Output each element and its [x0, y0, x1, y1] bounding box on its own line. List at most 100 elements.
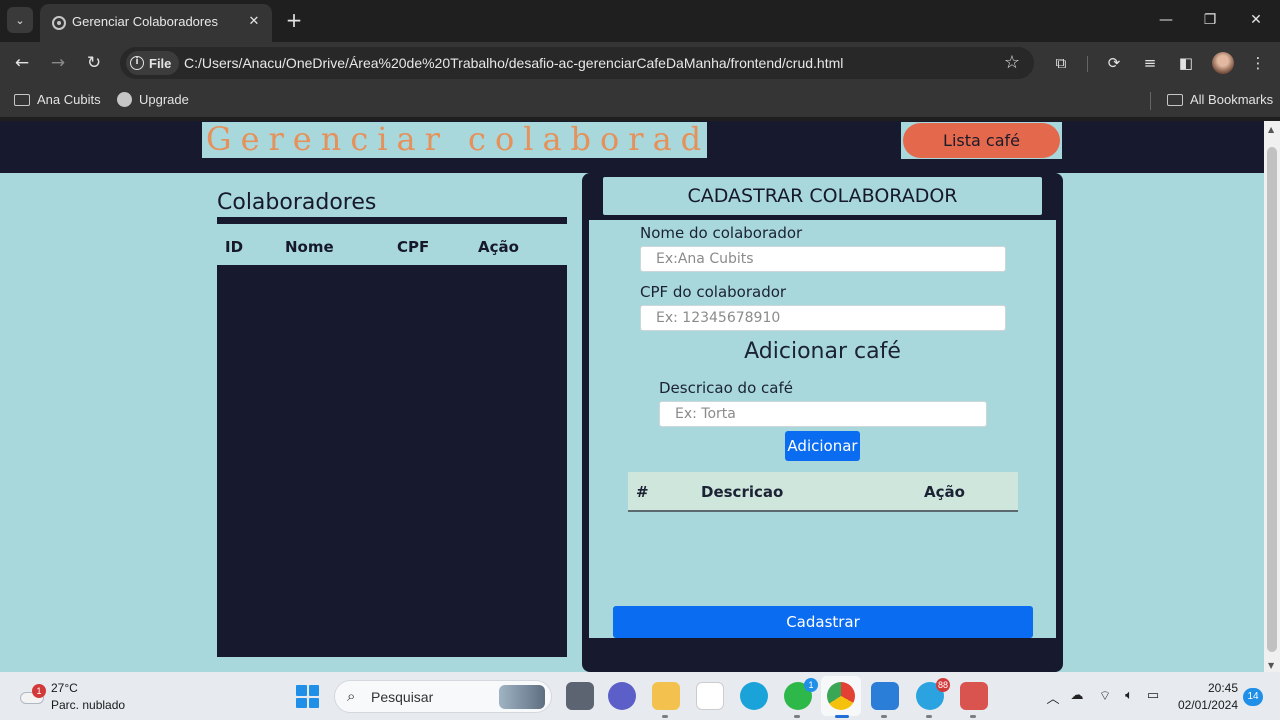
- menu-kebab-icon[interactable]: ⋮: [1246, 51, 1270, 75]
- form-heading: CADASTRAR COLABORADOR: [603, 177, 1042, 215]
- onedrive-cloud-icon[interactable]: ☁: [1068, 688, 1086, 703]
- bookmark-label: Ana Cubits: [37, 92, 101, 107]
- chrome-icon[interactable]: [827, 682, 855, 710]
- task-view-icon[interactable]: [566, 682, 594, 710]
- git-app-icon[interactable]: [960, 682, 988, 710]
- cafe-table-header: # Descricao Ação: [628, 472, 1018, 512]
- page-viewport: Gerenciar colaboradores Lista café Colab…: [0, 121, 1264, 672]
- new-tab-button[interactable]: +: [282, 8, 306, 32]
- bookmark-ana-cubits[interactable]: Ana Cubits: [14, 92, 101, 107]
- toolbar-divider: [1087, 56, 1088, 72]
- search-label: Pesquisar: [371, 689, 434, 705]
- folder-icon: [1167, 93, 1183, 106]
- lista-cafe-button[interactable]: Lista café: [903, 123, 1060, 158]
- page-header: Gerenciar colaboradores Lista café: [0, 121, 1264, 173]
- restore-button[interactable]: ❐: [1190, 8, 1230, 32]
- globe-icon: [52, 16, 66, 30]
- column-header-acao: Ação: [478, 238, 519, 256]
- running-indicator: [881, 715, 887, 718]
- forward-arrow-icon[interactable]: →: [46, 51, 70, 75]
- telegram-badge: 88: [935, 678, 950, 692]
- weather-temperature[interactable]: 27°C: [51, 681, 78, 695]
- heading-underline: [217, 217, 567, 224]
- colaboradores-table-body: [217, 265, 567, 657]
- reading-list-icon[interactable]: ≡: [1138, 51, 1162, 75]
- column-header-nome: Nome: [285, 238, 334, 256]
- browser-toolbar: ← → ↻ i File C:/Users/Anacu/OneDrive/Áre…: [0, 42, 1280, 84]
- weather-badge: 1: [32, 684, 46, 698]
- telegram-icon[interactable]: 88: [916, 678, 950, 710]
- site-info-chip[interactable]: i File: [126, 51, 180, 75]
- url-text[interactable]: C:/Users/Anacu/OneDrive/Área%20de%20Trab…: [184, 55, 843, 71]
- side-panel-icon[interactable]: ◧: [1174, 51, 1198, 75]
- cadastrar-button[interactable]: Cadastrar: [613, 606, 1033, 638]
- file-explorer-icon[interactable]: [652, 682, 680, 710]
- scroll-thumb[interactable]: [1267, 147, 1277, 652]
- weather-description[interactable]: Parc. nublado: [51, 698, 125, 712]
- tab-strip: ⌄ Gerenciar Colaboradores ✕ + — ❐ ✕: [0, 0, 1280, 42]
- battery-icon[interactable]: ▭: [1144, 688, 1162, 703]
- reload-icon[interactable]: ↻: [82, 51, 106, 75]
- bookmark-star-icon[interactable]: ☆: [1004, 52, 1020, 73]
- scroll-up-arrow-icon[interactable]: ▲: [1268, 125, 1274, 134]
- cpf-input[interactable]: [640, 305, 1006, 331]
- adicionar-cafe-heading: Adicionar café: [744, 339, 901, 364]
- running-indicator: [662, 715, 668, 718]
- running-indicator: [970, 715, 976, 718]
- search-highlight-image: [499, 685, 545, 709]
- running-indicator: [926, 715, 932, 718]
- adicionar-button[interactable]: Adicionar: [785, 431, 860, 461]
- bookmark-label: Upgrade: [139, 92, 189, 107]
- address-bar[interactable]: i File C:/Users/Anacu/OneDrive/Área%20de…: [120, 47, 1034, 79]
- close-window-button[interactable]: ✕: [1236, 8, 1276, 32]
- vscode-icon[interactable]: [871, 682, 899, 710]
- column-header-descricao: Descricao: [701, 483, 784, 501]
- teams-icon[interactable]: [608, 682, 636, 710]
- windows-taskbar: 1 27°C Parc. nublado ⌕ Pesquisar 1 88 ︿ …: [0, 672, 1280, 720]
- whatsapp-badge: 1: [804, 678, 818, 692]
- bookmarks-divider: [1150, 92, 1151, 110]
- profile-avatar[interactable]: [1212, 52, 1234, 74]
- search-icon: ⌕: [347, 687, 356, 705]
- extensions-icon[interactable]: ⧉: [1049, 51, 1073, 75]
- cafe-input[interactable]: [659, 401, 987, 427]
- cadastrar-panel: CADASTRAR COLABORADOR Nome do colaborado…: [582, 173, 1063, 672]
- folder-icon: [14, 93, 30, 106]
- cadastrar-form: Nome do colaborador CPF do colaborador A…: [589, 220, 1056, 638]
- whatsapp-icon[interactable]: 1: [784, 678, 818, 710]
- back-arrow-icon[interactable]: ←: [10, 51, 34, 75]
- browser-tab[interactable]: Gerenciar Colaboradores ✕: [40, 4, 272, 42]
- windows-start-icon[interactable]: [296, 685, 319, 708]
- column-header-cpf: CPF: [397, 238, 430, 256]
- scroll-down-arrow-icon[interactable]: ▼: [1268, 661, 1274, 670]
- cafe-label: Descricao do café: [659, 379, 793, 397]
- show-hidden-icons-chevron-icon[interactable]: ︿: [1044, 688, 1062, 707]
- running-indicator: [794, 715, 800, 718]
- wifi-icon[interactable]: ⌔: [1096, 688, 1114, 704]
- close-tab-icon[interactable]: ✕: [244, 12, 264, 32]
- column-header-number: #: [636, 483, 649, 501]
- microsoft-store-icon[interactable]: [696, 682, 724, 710]
- clock-date[interactable]: 02/01/2024: [1170, 698, 1238, 712]
- tab-title: Gerenciar Colaboradores: [72, 14, 218, 29]
- page-scrollbar[interactable]: ▲ ▼: [1264, 121, 1280, 672]
- page-title: Gerenciar colaboradores: [202, 122, 707, 158]
- bookmark-upgrade[interactable]: Upgrade: [117, 92, 189, 107]
- globe-icon: [117, 92, 132, 107]
- clock-time[interactable]: 20:45: [1180, 681, 1238, 695]
- taskbar-search[interactable]: ⌕ Pesquisar: [334, 680, 552, 713]
- performance-icon[interactable]: ⟳: [1102, 51, 1126, 75]
- edge-icon[interactable]: [740, 682, 768, 710]
- nome-label: Nome do colaborador: [640, 224, 803, 242]
- colaboradores-table-header: ID Nome CPF Ação: [217, 229, 567, 265]
- minimize-button[interactable]: —: [1146, 8, 1186, 32]
- tab-search-button[interactable]: ⌄: [7, 7, 33, 33]
- column-header-id: ID: [225, 238, 244, 256]
- all-bookmarks-label: All Bookmarks: [1190, 92, 1274, 107]
- all-bookmarks[interactable]: All Bookmarks: [1167, 92, 1273, 107]
- notifications-badge[interactable]: 14: [1243, 688, 1263, 706]
- volume-icon[interactable]: 🔈︎: [1120, 688, 1138, 703]
- nome-input[interactable]: [640, 246, 1006, 272]
- weather-icon[interactable]: 1: [20, 684, 46, 706]
- lista-button-container: Lista café: [901, 122, 1062, 159]
